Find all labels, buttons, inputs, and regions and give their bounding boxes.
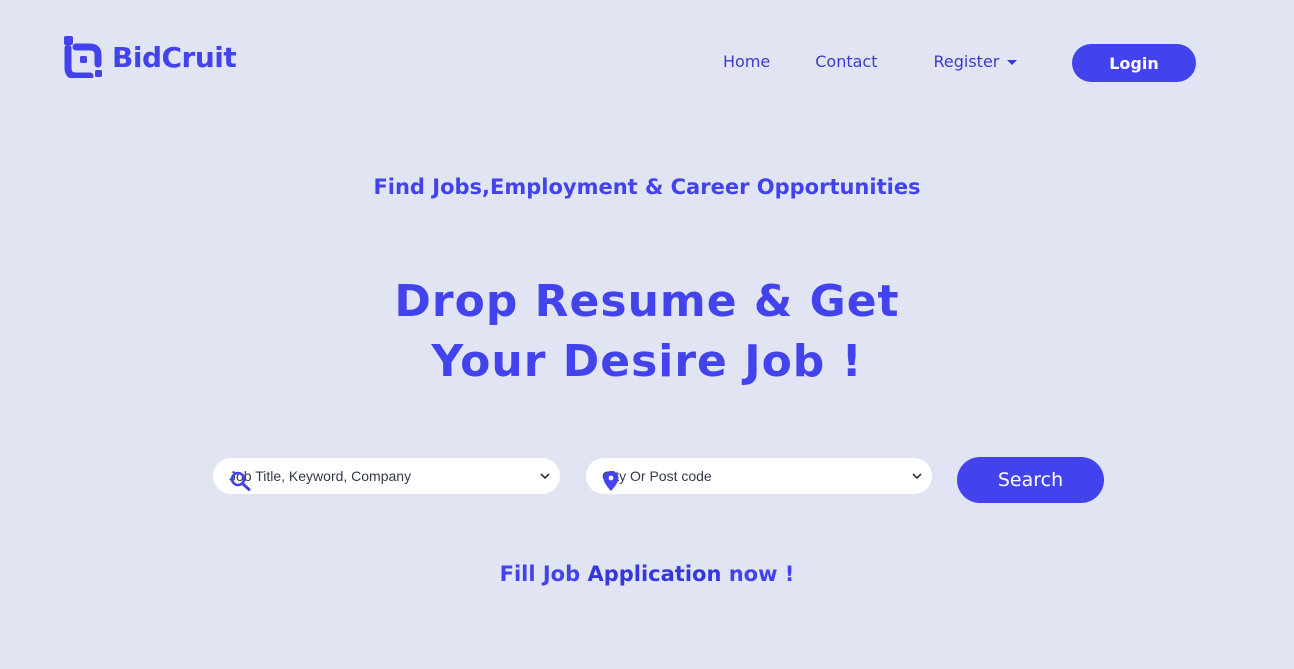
location-select-wrapper: City Or Post code	[586, 458, 932, 494]
hero-headline-line-1: Drop Resume & Get	[394, 276, 900, 327]
search-button[interactable]: Search	[957, 457, 1104, 503]
nav-register-label: Register	[933, 52, 1000, 71]
brand-logo[interactable]: BidCruit	[62, 36, 237, 78]
main-nav: Home Contact Register	[723, 52, 1018, 71]
page: BidCruit Home Contact Register Login Fin…	[0, 0, 1294, 669]
login-button[interactable]: Login	[1072, 44, 1196, 82]
caret-down-icon	[1007, 60, 1018, 65]
job-keyword-select-wrapper: Job Title, Keyword, Company	[213, 458, 560, 494]
nav-contact-link[interactable]: Contact	[815, 52, 877, 71]
cta-text[interactable]: Fill Job Application now !	[0, 562, 1294, 586]
cta-prefix: Fill Job	[499, 562, 588, 586]
cta-suffix: now !	[721, 562, 795, 586]
hero-headline-line-2: Your Desire Job !	[431, 336, 863, 387]
brand-name: BidCruit	[112, 40, 237, 74]
job-keyword-select[interactable]: Job Title, Keyword, Company	[213, 458, 560, 494]
hero-headline: Drop Resume & Get Your Desire Job !	[0, 272, 1294, 392]
hero-tagline: Find Jobs,Employment & Career Opportunit…	[373, 175, 921, 199]
bidcruit-logo-icon	[64, 36, 102, 78]
nav-home-link[interactable]: Home	[723, 52, 770, 71]
cta-emphasis: Application	[587, 562, 722, 586]
nav-register-dropdown[interactable]: Register	[934, 52, 1018, 71]
location-select[interactable]: City Or Post code	[586, 458, 932, 494]
